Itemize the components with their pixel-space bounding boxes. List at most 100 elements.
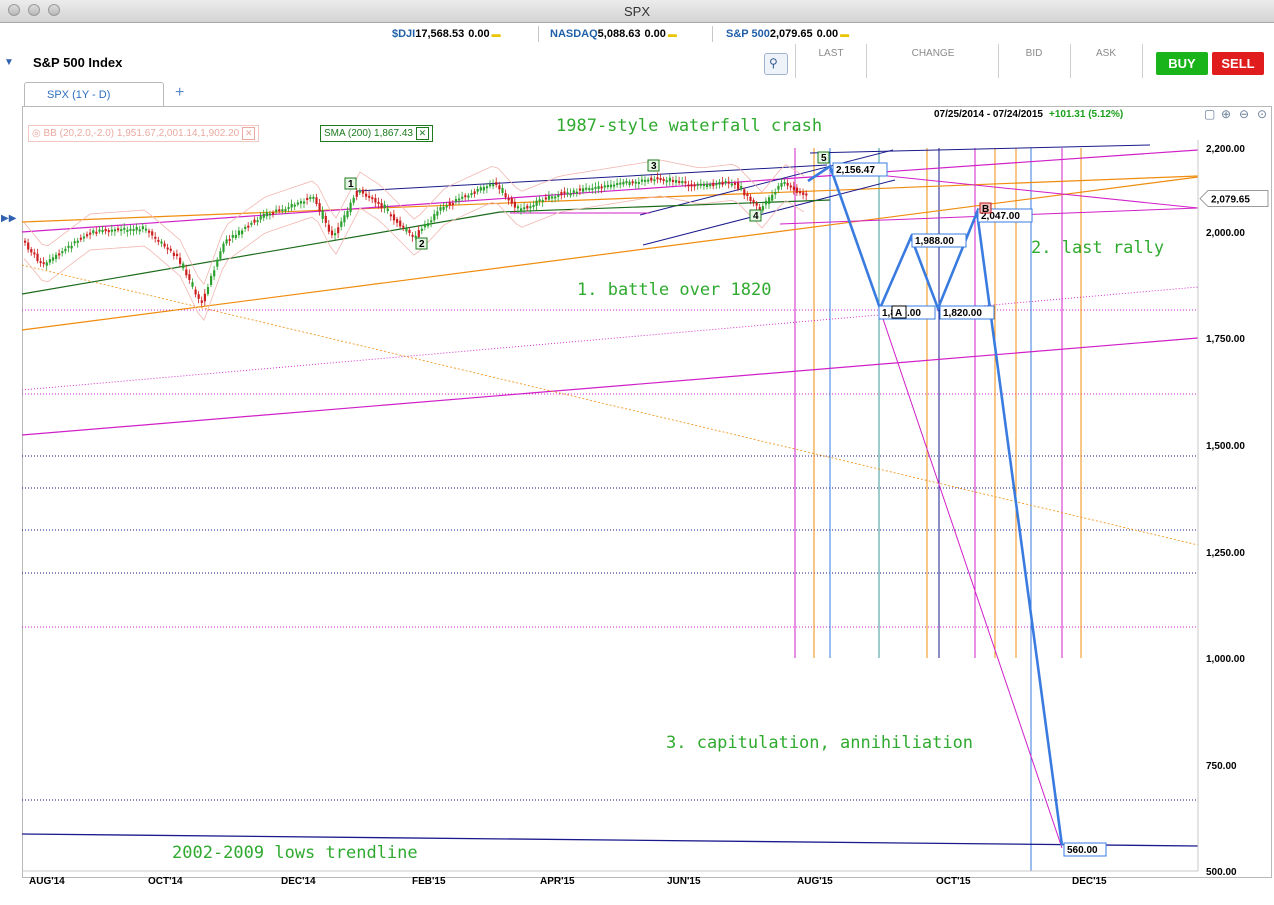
candle bbox=[702, 183, 706, 187]
candle bbox=[368, 195, 371, 198]
chart-annotation: 1. battle over 1820 bbox=[577, 280, 771, 300]
candle bbox=[141, 226, 144, 230]
candle bbox=[482, 186, 485, 191]
candle bbox=[532, 205, 535, 208]
candle bbox=[752, 200, 755, 203]
candle bbox=[27, 242, 30, 250]
candle bbox=[250, 222, 253, 225]
candle bbox=[656, 177, 659, 180]
candle bbox=[526, 205, 529, 209]
candle bbox=[582, 188, 585, 192]
candle bbox=[588, 188, 591, 191]
price-label: 1,988.00 bbox=[915, 236, 954, 247]
candle bbox=[110, 229, 113, 232]
x-tick-label: DEC'15 bbox=[1072, 876, 1107, 887]
candle bbox=[290, 203, 293, 208]
candle bbox=[175, 253, 179, 257]
candle bbox=[132, 229, 135, 232]
candle bbox=[98, 229, 101, 232]
candle bbox=[436, 211, 439, 216]
y-tick-label: 500.00 bbox=[1206, 867, 1237, 878]
candle bbox=[451, 203, 454, 206]
candle bbox=[687, 184, 690, 187]
chart-annotation: 3. capitulation, annihiliation bbox=[666, 733, 973, 753]
candle bbox=[551, 196, 554, 199]
candle bbox=[182, 263, 185, 269]
candle bbox=[489, 184, 492, 187]
candle bbox=[309, 196, 312, 199]
candle bbox=[191, 282, 194, 287]
candle bbox=[442, 206, 445, 210]
candle bbox=[640, 179, 644, 182]
candle bbox=[138, 229, 141, 232]
candle bbox=[380, 203, 383, 209]
x-tick-label: APR'15 bbox=[540, 876, 575, 887]
x-tick-label: AUG'14 bbox=[29, 876, 65, 887]
candle bbox=[420, 228, 423, 231]
candle bbox=[730, 183, 733, 186]
candle bbox=[569, 193, 572, 196]
candle bbox=[473, 191, 476, 194]
y-tick-label: 1,000.00 bbox=[1206, 654, 1245, 665]
candle bbox=[225, 239, 228, 244]
candle bbox=[89, 232, 92, 235]
candle bbox=[287, 207, 290, 210]
candle bbox=[383, 204, 386, 209]
candle bbox=[696, 183, 699, 186]
candle bbox=[609, 184, 613, 188]
candle bbox=[64, 248, 67, 252]
candle bbox=[690, 184, 693, 187]
candle bbox=[802, 192, 805, 195]
candle bbox=[24, 240, 27, 243]
candle bbox=[51, 257, 55, 261]
candle bbox=[299, 201, 303, 204]
candle bbox=[237, 230, 241, 236]
candle bbox=[154, 236, 157, 239]
candle bbox=[771, 194, 774, 201]
wave-label: 5 bbox=[821, 153, 827, 164]
candle bbox=[414, 235, 417, 238]
candle bbox=[86, 234, 89, 237]
candle bbox=[169, 248, 172, 251]
candle bbox=[45, 262, 48, 266]
candle bbox=[281, 209, 284, 212]
candle bbox=[160, 241, 163, 244]
candle bbox=[222, 243, 225, 252]
candle bbox=[210, 275, 213, 285]
price-label: 2,156.47 bbox=[836, 165, 875, 176]
candle bbox=[594, 186, 597, 189]
candle bbox=[268, 213, 272, 216]
candle bbox=[352, 197, 355, 203]
candle bbox=[659, 177, 662, 180]
candle bbox=[213, 270, 216, 277]
candle bbox=[113, 229, 117, 232]
candle bbox=[253, 219, 256, 223]
candle bbox=[597, 186, 600, 189]
candle bbox=[48, 259, 51, 263]
candle bbox=[340, 221, 343, 227]
candle bbox=[306, 198, 309, 201]
candle bbox=[740, 186, 743, 190]
candle bbox=[681, 181, 684, 184]
candle bbox=[492, 184, 495, 187]
candle bbox=[79, 237, 82, 240]
trendline bbox=[21, 337, 1199, 436]
candle bbox=[613, 184, 616, 187]
candle bbox=[101, 230, 104, 233]
candle bbox=[349, 202, 352, 213]
candle bbox=[107, 230, 110, 233]
candle bbox=[30, 249, 33, 253]
candle bbox=[293, 204, 296, 207]
candle bbox=[795, 187, 799, 193]
candle bbox=[241, 230, 244, 235]
candle bbox=[39, 261, 42, 264]
wave-label: 3 bbox=[651, 161, 657, 172]
candle bbox=[265, 212, 268, 217]
candle bbox=[104, 228, 107, 232]
candle bbox=[67, 245, 70, 248]
y-tick-label: 1,750.00 bbox=[1206, 334, 1245, 345]
candle bbox=[805, 193, 808, 196]
y-tick-label: 750.00 bbox=[1206, 761, 1237, 772]
price-chart[interactable]: 2,156.471,988.001,820.002,047.00560.001,… bbox=[0, 0, 1274, 905]
candle bbox=[628, 181, 631, 185]
